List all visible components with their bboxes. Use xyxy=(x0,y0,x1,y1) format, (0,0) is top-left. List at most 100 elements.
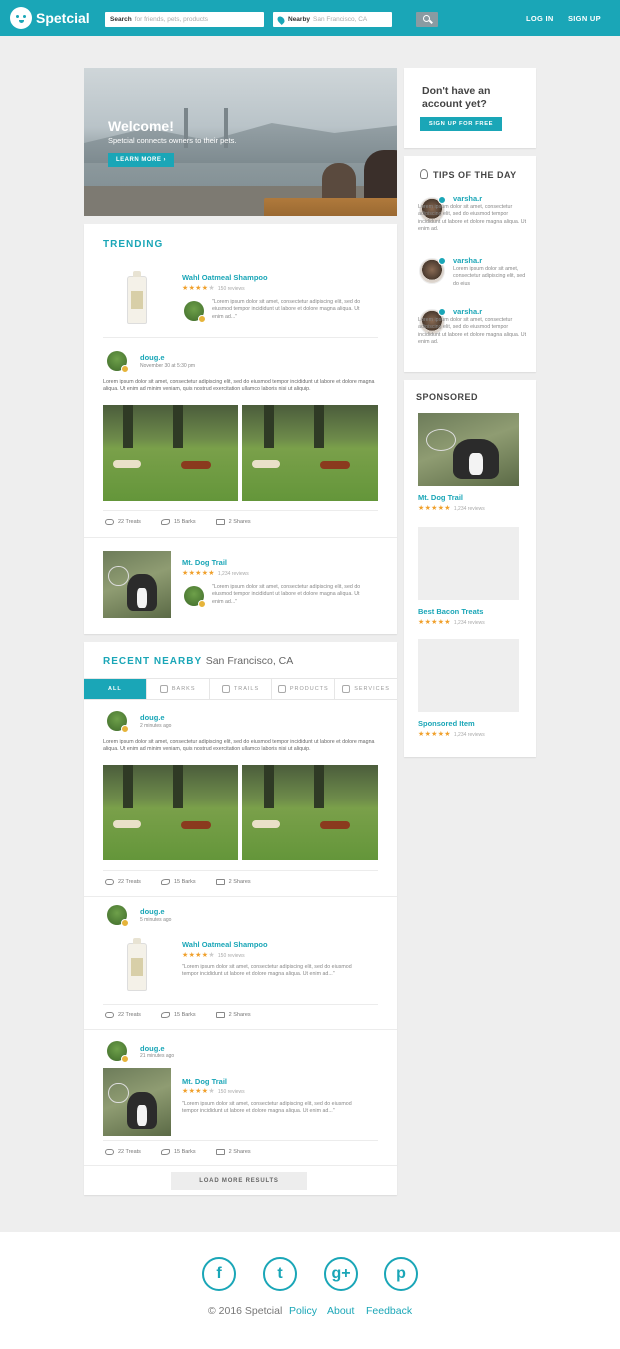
sponsored-item-name[interactable]: Best Bacon Treats xyxy=(418,607,483,616)
tab-services[interactable]: SERVICES xyxy=(335,679,397,699)
shampoo-product-image[interactable] xyxy=(127,271,147,324)
share-button[interactable]: 2 Shares xyxy=(215,879,251,885)
user-avatar[interactable] xyxy=(419,257,446,284)
post-timestamp: 2 minutes ago xyxy=(140,723,172,729)
user-avatar[interactable] xyxy=(107,1041,129,1063)
tab-trails[interactable]: TRAILS xyxy=(210,679,273,699)
search-input[interactable]: Search for friends, pets, products xyxy=(105,12,264,27)
tab-products[interactable]: PRODUCTS xyxy=(272,679,336,699)
post-text: Lorem ipsum dolor sit amet, consectetur … xyxy=(103,739,375,753)
user-avatar[interactable] xyxy=(184,301,206,323)
logo[interactable]: Spetcial xyxy=(10,7,90,29)
sponsored-image[interactable] xyxy=(418,413,519,486)
google-plus-icon[interactable]: g+ xyxy=(324,1257,358,1291)
bone-icon xyxy=(105,879,114,885)
review-quote: "Lorem ipsum dolor sit amet, consectetur… xyxy=(212,299,361,320)
divider xyxy=(84,537,397,538)
user-avatar[interactable] xyxy=(107,711,129,733)
rating-stars: ★★★★★ 1,234 reviews xyxy=(418,619,485,626)
post-photo[interactable] xyxy=(242,765,378,860)
search-button[interactable] xyxy=(416,12,438,27)
tab-all[interactable]: ALL xyxy=(84,679,147,699)
location-input[interactable]: Nearby San Francisco, CA xyxy=(273,12,392,27)
signup-free-button[interactable]: SIGN UP FOR FREE xyxy=(420,117,502,131)
barks-button[interactable]: 15 Barks xyxy=(160,879,196,885)
policy-link[interactable]: Policy xyxy=(289,1305,317,1317)
post-photo[interactable] xyxy=(242,405,378,501)
review-quote: "Lorem ipsum dolor sit amet, consectetur… xyxy=(212,584,361,605)
share-button[interactable]: 2 Shares xyxy=(215,1012,251,1018)
verified-badge-icon xyxy=(438,257,446,265)
user-avatar[interactable] xyxy=(107,905,129,927)
bone-icon xyxy=(105,519,114,525)
trail-photo[interactable] xyxy=(103,551,171,618)
rating-stars: ★★★★★ 1,234 reviews xyxy=(418,731,485,738)
pet-badge-icon xyxy=(121,725,129,733)
product-name-link[interactable]: Wahl Oatmeal Shampoo xyxy=(182,940,268,949)
barks-button[interactable]: 15 Barks xyxy=(160,1012,196,1018)
share-button[interactable]: 2 Shares xyxy=(215,519,251,525)
treats-button[interactable]: 22 Treats xyxy=(105,519,141,525)
tip-username[interactable]: varsha.r xyxy=(453,307,482,316)
post-timestamp: November 30 at 5:30 pm xyxy=(140,363,196,369)
tips-title: TIPS OF THE DAY xyxy=(433,170,517,180)
feedback-link[interactable]: Feedback xyxy=(366,1305,412,1317)
tip-username[interactable]: varsha.r xyxy=(453,194,482,203)
post-photo[interactable] xyxy=(103,405,238,501)
post-username[interactable]: doug.e xyxy=(140,1044,165,1053)
post-username[interactable]: doug.e xyxy=(140,353,165,362)
dog-logo-icon xyxy=(10,7,32,29)
trail-photo[interactable] xyxy=(103,1068,171,1136)
twitter-icon[interactable]: t xyxy=(263,1257,297,1291)
post-username[interactable]: doug.e xyxy=(140,713,165,722)
review-quote: "Lorem ipsum dolor sit amet, consectetur… xyxy=(182,964,352,978)
load-more-button[interactable]: LOAD MORE RESULTS xyxy=(171,1172,307,1190)
treats-button[interactable]: 22 Treats xyxy=(105,1012,141,1018)
sponsored-image-placeholder[interactable] xyxy=(418,527,519,600)
tools-icon xyxy=(342,685,351,693)
pinterest-icon[interactable]: p xyxy=(384,1257,418,1291)
bark-icon xyxy=(160,1149,170,1155)
divider xyxy=(103,870,378,871)
trending-title: TRENDING xyxy=(103,239,164,250)
shampoo-product-image[interactable] xyxy=(127,938,147,991)
barks-button[interactable]: 15 Barks xyxy=(160,1149,196,1155)
facebook-icon[interactable]: f xyxy=(202,1257,236,1291)
footer xyxy=(0,1232,620,1349)
review-count: 1,234 reviews xyxy=(217,571,249,577)
signup-heading: Don't have an account yet? xyxy=(422,85,491,110)
divider xyxy=(103,510,378,511)
hero-subtitle: Spetcial connects owners to their pets. xyxy=(108,136,237,145)
trail-name-link[interactable]: Mt. Dog Trail xyxy=(182,558,227,567)
user-avatar[interactable] xyxy=(107,351,129,373)
share-icon xyxy=(215,1149,225,1155)
post-username[interactable]: doug.e xyxy=(140,907,165,916)
tip-username[interactable]: varsha.r xyxy=(453,256,482,265)
post-photo[interactable] xyxy=(103,765,238,860)
treats-button[interactable]: 22 Treats xyxy=(105,879,141,885)
post-actions: 22 Treats 15 Barks 2 Shares xyxy=(105,519,271,525)
barks-button[interactable]: 15 Barks xyxy=(160,519,196,525)
bone-icon xyxy=(105,1012,114,1018)
user-avatar[interactable] xyxy=(184,586,206,608)
share-icon xyxy=(215,519,225,525)
share-button[interactable]: 2 Shares xyxy=(215,1149,251,1155)
pet-badge-icon xyxy=(198,600,206,608)
signup-link[interactable]: SIGN UP xyxy=(568,14,601,23)
treats-button[interactable]: 22 Treats xyxy=(105,1149,141,1155)
tab-barks[interactable]: BARKS xyxy=(147,679,210,699)
sponsored-item-name[interactable]: Mt. Dog Trail xyxy=(418,493,463,502)
sponsored-image-placeholder[interactable] xyxy=(418,639,519,712)
bone-icon xyxy=(105,1149,114,1155)
learn-more-button[interactable]: LEARN MORE › xyxy=(108,153,174,167)
trail-name-link[interactable]: Mt. Dog Trail xyxy=(182,1077,227,1086)
about-link[interactable]: About xyxy=(327,1305,354,1317)
share-icon xyxy=(215,1012,225,1018)
login-link[interactable]: LOG IN xyxy=(526,14,554,23)
sponsored-item-name[interactable]: Sponsored Item xyxy=(418,719,475,728)
review-count: 150 reviews xyxy=(217,1089,245,1095)
product-name-link[interactable]: Wahl Oatmeal Shampoo xyxy=(182,273,268,282)
tip-text: Lorem ipsum dolor sit amet, consectetur … xyxy=(453,266,526,287)
review-count: 1,234 reviews xyxy=(453,506,485,512)
tip-text: Lorem ipsum dolor sit amet, consectetur … xyxy=(418,204,527,233)
